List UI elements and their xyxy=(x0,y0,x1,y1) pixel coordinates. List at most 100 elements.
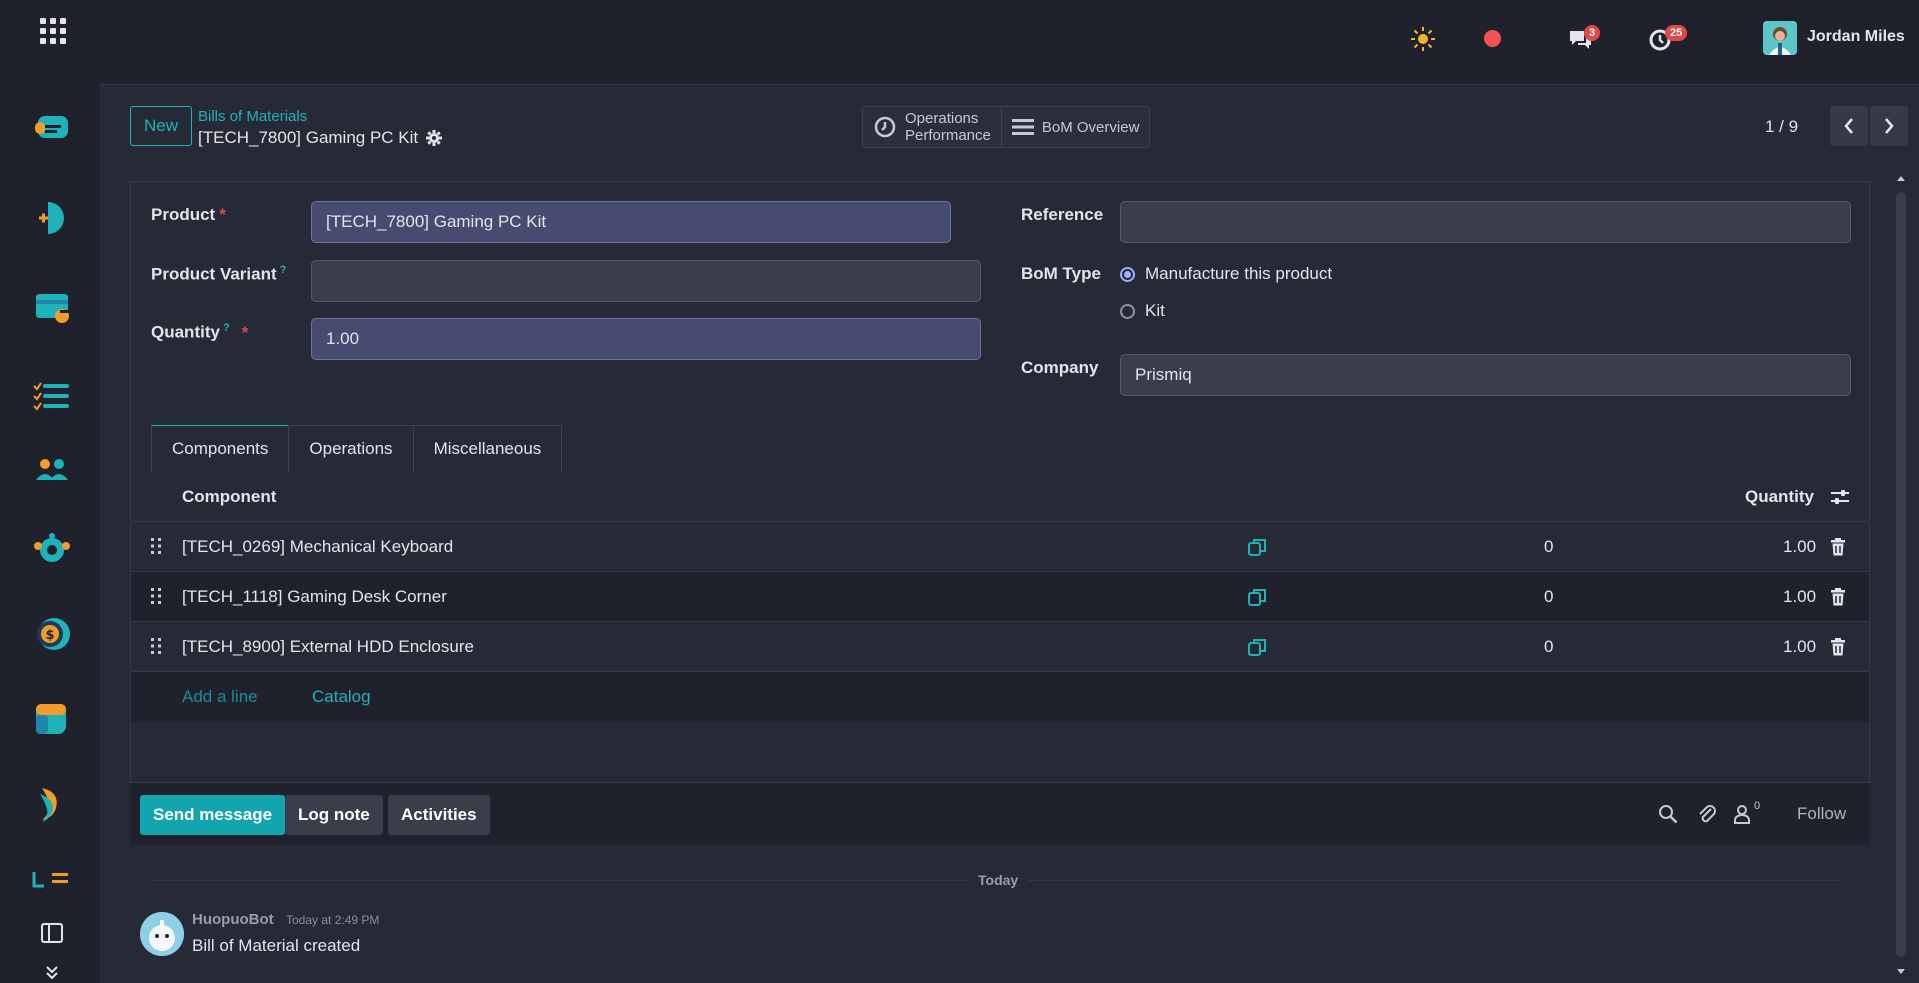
send-message-button[interactable]: Send message xyxy=(140,795,286,835)
copy-icon[interactable] xyxy=(1247,637,1267,657)
new-button[interactable]: New xyxy=(130,106,192,146)
product-variant-field[interactable] xyxy=(311,260,981,302)
settings-app-icon[interactable] xyxy=(30,528,74,572)
operations-performance-button[interactable]: Operations Performance xyxy=(863,107,1001,147)
pager-previous-button[interactable] xyxy=(1830,106,1868,146)
component-name[interactable]: [TECH_0269] Mechanical Keyboard xyxy=(182,537,453,557)
bom-type-manufacture-radio[interactable]: Manufacture this product xyxy=(1120,264,1332,284)
bom-overview-button[interactable]: BoM Overview xyxy=(1000,107,1150,147)
trash-icon[interactable] xyxy=(1830,588,1846,606)
add-line-link[interactable]: Add a line xyxy=(182,687,258,707)
col-component[interactable]: Component xyxy=(182,487,276,507)
add-line-row: Add a line Catalog xyxy=(131,672,1869,722)
discuss-app-icon[interactable] xyxy=(30,106,74,150)
log-note-button[interactable]: Log note xyxy=(285,795,383,835)
copy-icon[interactable] xyxy=(1247,587,1267,607)
bom-type-kit-radio[interactable]: Kit xyxy=(1120,301,1165,321)
required-mark: * xyxy=(219,205,226,224)
message-timestamp: Today at 2:49 PM xyxy=(286,913,380,927)
help-mark[interactable]: ? xyxy=(223,322,230,334)
followers-count: 0 xyxy=(1754,800,1761,812)
required-mark: * xyxy=(241,322,249,342)
drag-handle-icon[interactable] xyxy=(150,587,162,605)
scrollbar-thumb[interactable] xyxy=(1896,192,1906,957)
gear-icon[interactable] xyxy=(426,130,443,146)
paperclip-icon[interactable] xyxy=(1697,803,1717,825)
chevron-double-down-icon[interactable] xyxy=(44,966,60,980)
sun-icon[interactable] xyxy=(1410,26,1436,52)
radio-selected-icon xyxy=(1120,266,1135,282)
scroll-down-icon[interactable] xyxy=(1896,968,1906,976)
drag-handle-icon[interactable] xyxy=(150,637,162,655)
record-title: [TECH_7800] Gaming PC Kit xyxy=(198,128,419,147)
user-avatar-image xyxy=(1763,21,1797,55)
bom-type-manufacture-label: Manufacture this product xyxy=(1145,264,1333,283)
table-header: Component Quantity xyxy=(131,472,1869,522)
table-row[interactable]: [TECH_8900] External HDD Enclosure 0 1.0… xyxy=(131,622,1869,672)
reference-label: Reference xyxy=(1021,205,1104,224)
component-name[interactable]: [TECH_1118] Gaming Desk Corner xyxy=(182,587,447,607)
accounting-app-icon[interactable]: $ xyxy=(30,612,74,656)
employees-app-icon[interactable] xyxy=(30,448,74,492)
tab-miscellaneous[interactable]: Miscellaneous xyxy=(412,425,563,473)
component-quantity[interactable]: 1.00 xyxy=(1783,587,1816,607)
quantity-field[interactable]: 1.00 xyxy=(311,318,981,360)
pager-next-button[interactable] xyxy=(1870,106,1908,146)
component-name[interactable]: [TECH_8900] External HDD Enclosure xyxy=(182,637,474,657)
copy-icon[interactable] xyxy=(1247,537,1267,557)
message-body: Bill of Material created xyxy=(192,936,361,955)
user-name[interactable]: Jordan Miles xyxy=(1807,28,1905,46)
column-settings-icon[interactable] xyxy=(1830,488,1850,506)
svg-text:$: $ xyxy=(45,628,54,643)
bot-avatar[interactable] xyxy=(140,912,184,956)
drag-handle-icon[interactable] xyxy=(150,537,162,555)
activities-button[interactable]: Activities xyxy=(388,795,490,835)
scroll-up-icon[interactable] xyxy=(1896,174,1906,182)
notebook-tabs: Components Operations Miscellaneous xyxy=(151,425,563,473)
quantity-label-text: Quantity xyxy=(151,322,220,342)
product-variant-label-text: Product Variant xyxy=(151,264,277,284)
tab-components[interactable]: Components xyxy=(151,425,289,473)
component-secondary-value[interactable]: 0 xyxy=(1544,587,1553,607)
date-separator-label: Today xyxy=(968,872,1029,888)
trash-icon[interactable] xyxy=(1830,538,1846,556)
table-row[interactable]: [TECH_0269] Mechanical Keyboard 0 1.00 xyxy=(131,522,1869,572)
planning-app-icon[interactable] xyxy=(30,866,74,910)
search-icon[interactable] xyxy=(1658,804,1678,824)
sidebar-toggle-icon[interactable] xyxy=(41,922,63,944)
bom-type-label: BoM Type xyxy=(1021,264,1101,283)
record-status-dot[interactable] xyxy=(1484,30,1501,47)
table-row[interactable]: [TECH_1118] Gaming Desk Corner 0 1.00 xyxy=(131,572,1869,622)
breadcrumb[interactable]: Bills of Materials xyxy=(198,108,307,125)
manufacturing-app-icon[interactable] xyxy=(30,196,74,240)
discuss-alt-app-icon[interactable] xyxy=(30,782,74,826)
catalog-link[interactable]: Catalog xyxy=(312,687,371,707)
tasks-app-icon[interactable] xyxy=(30,374,74,418)
message-author[interactable]: HuopuoBot xyxy=(192,911,274,928)
pager-value[interactable]: 1 / 9 xyxy=(1765,117,1798,137)
product-field[interactable]: [TECH_7800] Gaming PC Kit xyxy=(311,201,951,243)
product-label-text: Product xyxy=(151,205,216,224)
component-quantity[interactable]: 1.00 xyxy=(1783,537,1816,557)
col-quantity[interactable]: Quantity xyxy=(1745,487,1814,507)
component-secondary-value[interactable]: 0 xyxy=(1544,537,1553,557)
quantity-label: Quantity? * xyxy=(151,322,248,343)
apps-grid-icon[interactable] xyxy=(40,18,66,44)
app-sidebar: $ xyxy=(0,0,100,983)
component-secondary-value[interactable]: 0 xyxy=(1544,637,1553,657)
help-mark[interactable]: ? xyxy=(280,264,287,276)
scrollbar[interactable] xyxy=(1893,170,1909,983)
company-field[interactable]: Prismiq xyxy=(1120,354,1851,396)
inventory-app-icon[interactable] xyxy=(30,286,74,330)
user-avatar[interactable] xyxy=(1763,21,1797,55)
company-label: Company xyxy=(1021,358,1099,377)
bom-overview-label: BoM Overview xyxy=(1041,118,1140,136)
followers-icon[interactable] xyxy=(1733,804,1751,824)
component-quantity[interactable]: 1.00 xyxy=(1783,637,1816,657)
trash-icon[interactable] xyxy=(1830,638,1846,656)
follow-button[interactable]: Follow xyxy=(1797,804,1846,824)
purchase-app-icon[interactable] xyxy=(30,696,74,740)
tab-operations[interactable]: Operations xyxy=(288,425,413,473)
reference-field[interactable] xyxy=(1120,201,1851,243)
product-variant-label: Product Variant? xyxy=(151,264,286,285)
